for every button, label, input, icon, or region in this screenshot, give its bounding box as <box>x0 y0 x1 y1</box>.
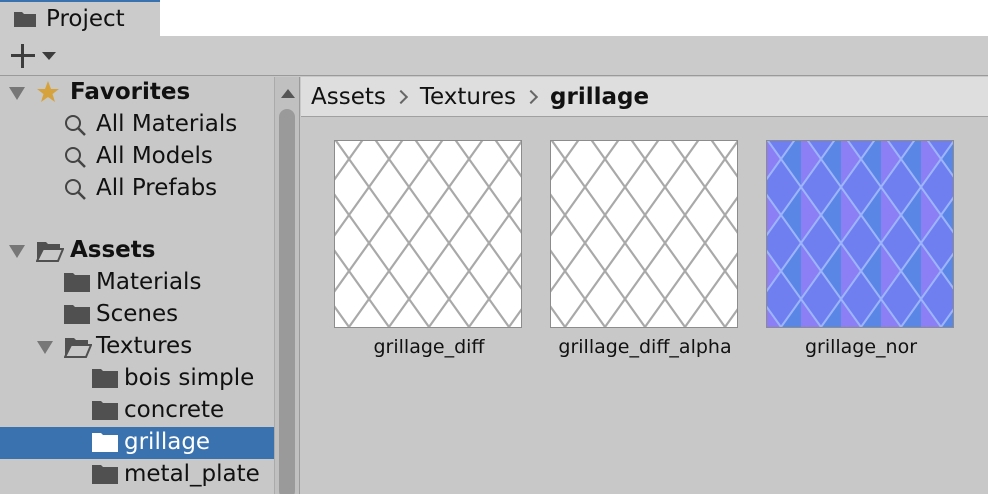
breadcrumb-grillage[interactable]: grillage <box>550 84 649 110</box>
expand-arrow-icon[interactable] <box>37 341 53 354</box>
folder-icon <box>92 465 118 484</box>
create-button[interactable] <box>10 42 66 70</box>
breadcrumb-assets[interactable]: Assets <box>311 84 386 110</box>
asset-name: grillage_nor <box>804 336 918 358</box>
texture-thumbnail[interactable] <box>334 140 522 328</box>
mesh-texture-image <box>335 141 521 327</box>
asset-grid: grillage_diff grillage_diff_alpha grilla… <box>301 118 988 494</box>
texture-thumbnail[interactable] <box>766 140 954 328</box>
tree-item-label: grillage <box>124 429 211 455</box>
folder-icon <box>14 12 36 27</box>
tree-item-grillage[interactable]: grillage <box>0 427 274 459</box>
tree-item-label: concrete <box>124 397 225 423</box>
tree-item-textures[interactable]: Textures <box>0 331 274 363</box>
breadcrumb-textures[interactable]: Textures <box>420 84 516 110</box>
mesh-texture-image <box>551 141 737 327</box>
tree-item-all-models[interactable]: All Models <box>0 141 274 173</box>
tree-item-scenes[interactable]: Scenes <box>0 299 274 331</box>
tab-strip: Project <box>0 0 988 36</box>
tree-item-label: All Models <box>96 143 213 169</box>
scroll-up-icon[interactable] <box>281 89 295 98</box>
tree-item-favorites[interactable]: Favorites <box>0 77 274 109</box>
chevron-right-icon <box>393 89 408 104</box>
folder-icon <box>92 369 118 388</box>
search-icon <box>65 179 86 200</box>
tree-scrollbar[interactable] <box>274 77 300 494</box>
open-folder-icon <box>64 338 92 358</box>
folder-icon <box>92 401 118 420</box>
tab-label: Project <box>46 6 125 32</box>
toolbar <box>0 36 988 76</box>
tree-item-label: All Prefabs <box>96 175 218 201</box>
scroll-thumb[interactable] <box>279 109 295 494</box>
caret-down-icon <box>42 52 56 60</box>
tree-item-concrete[interactable]: concrete <box>0 395 274 427</box>
tree-item-label: All Materials <box>96 111 238 137</box>
tree-item-metal-plate[interactable]: metal_plate <box>0 459 274 491</box>
folder-icon <box>64 273 90 292</box>
asset-name: grillage_diff <box>373 336 485 358</box>
tree-item-materials[interactable]: Materials <box>0 267 274 299</box>
tree-item-all-prefabs[interactable]: All Prefabs <box>0 173 274 205</box>
folder-icon <box>64 305 90 324</box>
tree-item-assets[interactable]: Assets <box>0 235 274 267</box>
folder-tree: Favorites All Materials All Models All P… <box>0 77 274 494</box>
star-icon <box>37 81 59 102</box>
breadcrumb: Assets Textures grillage <box>301 77 988 117</box>
tree-item-label: metal_plate <box>124 461 260 487</box>
tree-item-label: Textures <box>96 333 193 359</box>
tree-item-all-materials[interactable]: All Materials <box>0 109 274 141</box>
chevron-right-icon <box>523 89 539 104</box>
open-folder-icon <box>36 242 64 262</box>
tree-item-label: Materials <box>96 269 202 295</box>
tree-item-label: Assets <box>70 237 156 263</box>
tab-project[interactable]: Project <box>0 0 160 36</box>
tree-item-label: bois simple <box>124 365 255 391</box>
tree-item-label: Scenes <box>96 301 179 327</box>
asset-name: grillage_diff_alpha <box>558 336 732 358</box>
texture-thumbnail[interactable] <box>550 140 738 328</box>
expand-arrow-icon[interactable] <box>9 87 25 100</box>
plus-icon <box>10 43 36 69</box>
folder-icon <box>92 433 118 452</box>
expand-arrow-icon[interactable] <box>9 245 25 258</box>
tree-item-label: Favorites <box>70 79 191 105</box>
normal-map-image <box>767 141 953 327</box>
search-icon <box>65 147 86 168</box>
search-icon <box>65 115 86 136</box>
tree-item-bois-simple[interactable]: bois simple <box>0 363 274 395</box>
